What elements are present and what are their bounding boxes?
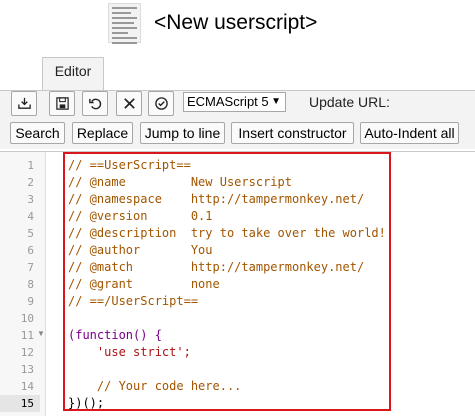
code-line: (function() { <box>68 328 162 342</box>
undo-button[interactable] <box>82 91 108 116</box>
tab-bar: Editor <box>0 50 475 91</box>
update-url-label: Update URL: <box>309 94 390 110</box>
replace-button[interactable]: Replace <box>72 122 133 144</box>
syntax-check-button[interactable] <box>148 91 174 116</box>
script-logo-icon <box>108 3 141 44</box>
insert-constructor-button[interactable]: Insert constructor <box>231 122 354 144</box>
line-number: 6 <box>27 244 34 257</box>
undo-icon <box>88 98 101 110</box>
code-line: // Your code here... <box>68 379 242 393</box>
line-number: 4 <box>27 210 34 223</box>
line-number: 9 <box>27 295 34 308</box>
line-number: 10 <box>20 312 34 325</box>
code-line: // @description try to take over the wor… <box>68 226 386 240</box>
line-number: 14 <box>20 380 34 393</box>
line-number: 12 <box>20 346 34 359</box>
fold-arrow-icon[interactable]: ▼ <box>37 329 45 338</box>
line-number: 8 <box>27 278 34 291</box>
close-icon <box>123 98 135 109</box>
save-to-disk-button[interactable] <box>11 91 37 116</box>
jump-to-line-button[interactable]: Jump to line <box>140 122 225 144</box>
check-circle-icon <box>154 97 168 110</box>
code-line: // @namespace http://tampermonkey.net/ <box>68 192 365 206</box>
save-to-disk-icon <box>17 97 31 109</box>
code-line: // ==UserScript== <box>68 158 191 172</box>
code-line: 'use strict'; <box>68 345 191 359</box>
line-number: 1 <box>27 159 34 172</box>
code-line: // @version 0.1 <box>68 209 213 223</box>
save-icon <box>55 97 69 110</box>
code-line: // @match http://tampermonkey.net/ <box>68 260 365 274</box>
auto-indent-all-button[interactable]: Auto-Indent all <box>360 122 459 144</box>
line-number: 13 <box>20 363 34 376</box>
save-button[interactable] <box>49 91 75 116</box>
line-number: 11 <box>20 329 34 342</box>
code-line: // @author You <box>68 243 213 257</box>
search-button[interactable]: Search <box>10 122 65 144</box>
line-number-active: 15 <box>0 395 40 412</box>
language-select[interactable]: ECMAScript 5 ▼ <box>183 92 286 112</box>
page-title: <New userscript> <box>154 11 318 34</box>
tab-editor[interactable]: Editor <box>42 57 104 90</box>
code-line: // ==/UserScript== <box>68 294 199 308</box>
line-number: 3 <box>27 193 34 206</box>
chevron-down-icon: ▼ <box>271 96 281 107</box>
line-number: 7 <box>27 261 34 274</box>
close-button[interactable] <box>116 91 142 116</box>
line-number: 5 <box>27 227 34 240</box>
language-select-value: ECMAScript 5 <box>187 94 269 109</box>
code-editor[interactable]: 1 2 3 4 5 6 7 8 9 10 11 ▼ 12 13 14 15 //… <box>0 151 475 416</box>
code-line: // @name New Userscript <box>68 175 292 189</box>
toolbar: ECMAScript 5 ▼ Update URL: Search Replac… <box>0 91 475 149</box>
code-line: })(); <box>68 396 105 410</box>
line-number: 2 <box>27 176 34 189</box>
header: <New userscript> <box>0 0 475 48</box>
code-line: // @grant none <box>68 277 220 291</box>
